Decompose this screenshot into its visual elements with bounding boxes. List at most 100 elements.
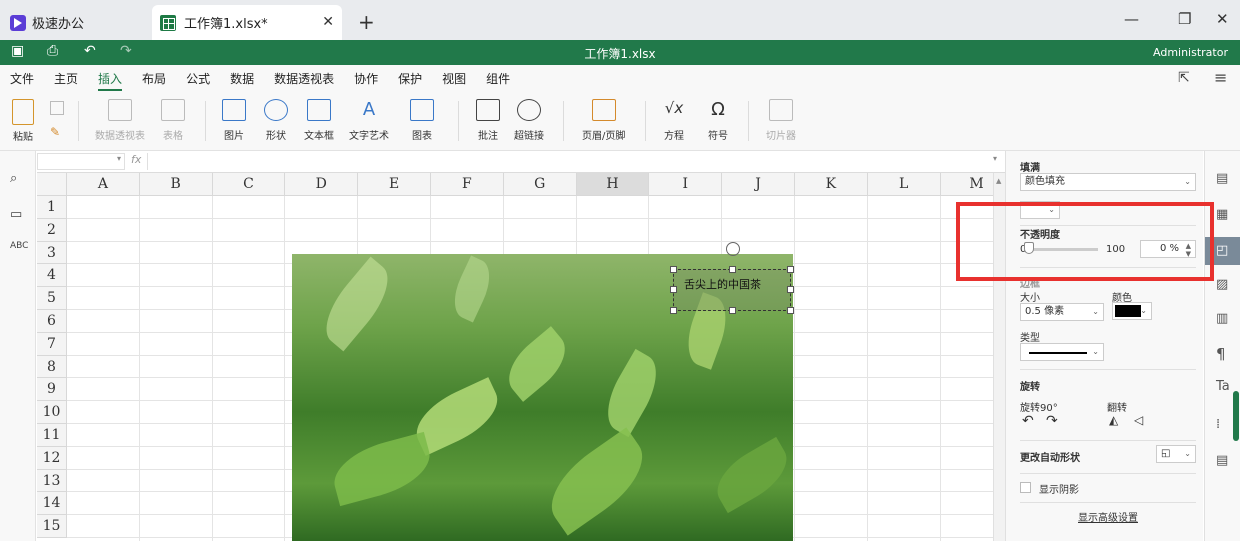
restore-icon[interactable]: ❐ — [1178, 10, 1191, 28]
select-all-corner[interactable] — [37, 173, 67, 196]
hyperlink-button[interactable]: 超链接 — [514, 99, 544, 142]
spellcheck-icon[interactable]: ABC — [10, 241, 28, 251]
paragraph-settings-icon[interactable]: ▦ — [1216, 207, 1228, 222]
menu-item-3[interactable]: 布局 — [142, 65, 166, 93]
menu-item-8[interactable]: 保护 — [398, 65, 422, 93]
menu-item-7[interactable]: 协作 — [354, 65, 378, 93]
row-header[interactable]: 13 — [37, 469, 67, 493]
column-header[interactable]: M — [940, 173, 993, 196]
row-header[interactable]: 15 — [37, 515, 67, 538]
search-icon[interactable]: ⌕ — [10, 171, 17, 186]
row-header[interactable]: 2 — [37, 218, 67, 242]
copy-icon[interactable] — [50, 101, 64, 115]
table-button[interactable]: 表格 — [161, 99, 185, 142]
row-header[interactable]: 1 — [37, 196, 67, 219]
minimize-icon[interactable]: — — [1124, 10, 1139, 28]
panel-scrollbar[interactable] — [1233, 391, 1239, 441]
close-window-icon[interactable]: ✕ — [1216, 10, 1229, 28]
pilcrow-icon[interactable]: ¶ — [1216, 345, 1226, 363]
expand-formula-chevron-icon[interactable]: ▾ — [993, 154, 997, 163]
column-header[interactable]: K — [795, 173, 868, 196]
column-header[interactable]: A — [67, 173, 140, 196]
new-tab-button[interactable]: + — [358, 10, 375, 34]
header-footer-button[interactable]: 页眉/页脚 — [582, 99, 625, 142]
row-header[interactable]: 7 — [37, 332, 67, 356]
pivot-table-button[interactable]: 数据透视表 — [95, 99, 145, 142]
formula-input[interactable] — [147, 153, 1003, 170]
textbox-button[interactable]: 文本框 — [304, 99, 334, 142]
column-header[interactable]: C — [212, 173, 286, 196]
undo-icon[interactable]: ↶ — [84, 43, 96, 59]
resize-handle[interactable] — [787, 286, 794, 293]
tab-close-icon[interactable]: ✕ — [322, 14, 334, 30]
row-header[interactable]: 4 — [37, 264, 67, 288]
shape-button[interactable]: 形状 — [264, 99, 288, 142]
chart-settings-icon[interactable]: ▥ — [1216, 311, 1228, 326]
row-header[interactable]: 9 — [37, 378, 67, 402]
fill-type-select[interactable]: 颜色填充 ⌄ — [1020, 173, 1196, 191]
textbox-text[interactable]: 舌尖上的中国茶 — [684, 276, 761, 292]
line-type-select[interactable]: ⌄ — [1020, 343, 1104, 361]
format-painter-icon[interactable]: ✎ — [50, 125, 60, 139]
print-icon[interactable]: ⎙ — [47, 43, 58, 59]
resize-handle[interactable] — [729, 266, 736, 273]
advanced-settings-link[interactable]: 显示高级设置 — [1078, 509, 1138, 524]
comment-button[interactable]: 批注 — [476, 99, 500, 142]
column-header[interactable]: E — [358, 173, 431, 196]
flip-horizontal-icon[interactable]: ◭ — [1109, 413, 1118, 427]
line-color-picker[interactable]: ⌄ — [1112, 302, 1152, 320]
menu-item-1[interactable]: 主页 — [54, 65, 78, 93]
name-box-chevron-down-icon[interactable]: ▾ — [117, 154, 121, 163]
image-settings-icon[interactable]: ▨ — [1216, 277, 1228, 292]
text-art-icon[interactable]: Ta — [1216, 379, 1230, 394]
resize-handle[interactable] — [670, 307, 677, 314]
flip-vertical-icon[interactable]: ◁ — [1134, 413, 1143, 427]
picture-button[interactable]: 图片 — [222, 99, 246, 142]
row-header[interactable]: 12 — [37, 446, 67, 470]
column-header[interactable]: I — [649, 173, 723, 196]
save-icon[interactable]: ▣ — [11, 43, 24, 59]
column-header[interactable]: F — [431, 173, 504, 196]
tab-app-home[interactable]: 极速办公 — [0, 5, 148, 40]
row-header[interactable]: 6 — [37, 310, 67, 333]
wordart-button[interactable]: A 文字艺术 — [349, 99, 389, 142]
line-size-select[interactable]: 0.5 像素 ⌄ — [1020, 303, 1104, 321]
menu-item-6[interactable]: 数据透视表 — [274, 65, 334, 93]
resize-handle[interactable] — [670, 266, 677, 273]
menu-item-0[interactable]: 文件 — [10, 65, 34, 93]
column-header[interactable]: H — [576, 173, 650, 196]
signature-icon[interactable]: ▤ — [1216, 453, 1228, 468]
tab-document[interactable]: 工作簿1.xlsx* ✕ — [152, 5, 342, 40]
menu-item-9[interactable]: 视图 — [442, 65, 466, 93]
column-header[interactable]: J — [722, 173, 795, 196]
menu-item-4[interactable]: 公式 — [186, 65, 210, 93]
resize-handle[interactable] — [787, 266, 794, 273]
column-header[interactable]: L — [867, 173, 941, 196]
comment-icon[interactable]: ▭ — [10, 207, 22, 222]
column-header[interactable]: B — [139, 173, 213, 196]
menu-item-5[interactable]: 数据 — [230, 65, 254, 93]
symbol-button[interactable]: Ω 符号 — [706, 99, 730, 142]
autoshape-select[interactable]: ◱ ⌄ — [1156, 445, 1196, 463]
open-location-icon[interactable]: ⇱ — [1178, 70, 1190, 86]
redo-icon[interactable]: ↷ — [120, 43, 132, 59]
rotate-right-icon[interactable]: ↷ — [1046, 413, 1058, 429]
pivot-settings-icon[interactable]: ⁞ — [1216, 417, 1220, 432]
row-header[interactable]: 8 — [37, 355, 67, 379]
rotate-handle[interactable] — [726, 242, 740, 256]
resize-handle[interactable] — [670, 286, 677, 293]
hamburger-menu-icon[interactable]: ≡ — [1214, 68, 1227, 87]
user-name[interactable]: Administrator — [1153, 46, 1228, 59]
resize-handle[interactable] — [729, 307, 736, 314]
paste-button[interactable]: 粘贴 — [12, 99, 34, 143]
chart-button[interactable]: 图表 — [410, 99, 434, 142]
scroll-up-icon[interactable]: ▲ — [996, 177, 1001, 185]
row-header[interactable]: 5 — [37, 287, 67, 310]
row-header[interactable]: 10 — [37, 401, 67, 424]
column-header[interactable]: G — [503, 173, 577, 196]
resize-handle[interactable] — [787, 307, 794, 314]
row-header[interactable]: 14 — [37, 492, 67, 516]
equation-button[interactable]: √x 方程 — [662, 99, 686, 142]
name-box[interactable] — [37, 153, 125, 170]
slicer-button[interactable]: 切片器 — [766, 99, 796, 142]
